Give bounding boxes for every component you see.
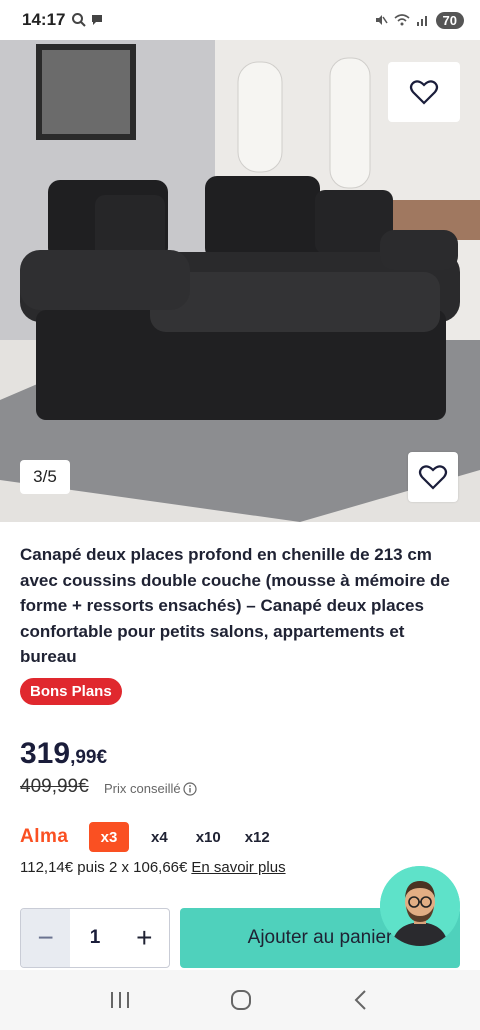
- alma-schedule: 112,14€ puis 2 x 106,66€: [20, 859, 188, 876]
- system-navigation-bar: [0, 970, 480, 1030]
- favorite-button-top[interactable]: [388, 62, 460, 122]
- quantity-stepper: − 1 +: [20, 908, 170, 968]
- status-bar: 14:17 70: [0, 0, 480, 40]
- signal-icon: [416, 16, 427, 26]
- alma-option-x10[interactable]: x10: [196, 822, 221, 852]
- recent-apps-icon[interactable]: [109, 990, 131, 1010]
- search-notification-icon: [72, 13, 87, 27]
- price-decimal: ,99€: [70, 747, 108, 768]
- add-to-cart-label: Ajouter au panier: [247, 927, 393, 948]
- mute-icon: [375, 15, 388, 25]
- wifi-icon: [394, 14, 410, 26]
- increase-quantity-button[interactable]: +: [120, 909, 169, 967]
- old-price: 409,99€: [20, 776, 89, 797]
- product-image[interactable]: 3/5: [0, 40, 480, 522]
- status-time: 14:17: [22, 10, 66, 29]
- alma-logo: Alma: [20, 826, 69, 847]
- rrp-label-group: Prix conseillé: [104, 781, 197, 796]
- product-title: Canapé deux places profond en chenille d…: [20, 545, 450, 666]
- alma-option-x12[interactable]: x12: [245, 822, 270, 852]
- deal-badge[interactable]: Bons Plans: [20, 678, 122, 705]
- heart-icon: [418, 465, 448, 490]
- decrease-quantity-button[interactable]: −: [21, 909, 71, 967]
- price-integer: 319: [20, 737, 71, 770]
- alma-option-x4[interactable]: x4: [151, 822, 168, 852]
- favorite-button[interactable]: [408, 452, 458, 502]
- price: 319,99€: [20, 737, 107, 771]
- heart-icon: [409, 80, 439, 105]
- notification-icons: [71, 12, 104, 28]
- image-counter: 3/5: [20, 460, 70, 494]
- quantity-value[interactable]: 1: [70, 927, 119, 949]
- avatar-icon: [380, 866, 460, 946]
- rrp-label: Prix conseillé: [104, 781, 181, 796]
- info-icon[interactable]: [182, 781, 197, 796]
- back-icon[interactable]: [351, 989, 371, 1011]
- alma-more-link[interactable]: En savoir plus: [191, 859, 285, 876]
- alma-installments: Alma x3 x4 x10 x12: [20, 822, 270, 852]
- alma-option-x3[interactable]: x3: [89, 822, 129, 852]
- battery-indicator: 70: [435, 11, 464, 29]
- status-right: 70: [374, 11, 464, 29]
- chat-notification-icon: [92, 15, 103, 25]
- chat-assistant-avatar[interactable]: [380, 866, 460, 946]
- alma-detail: 112,14€ puis 2 x 106,66€ En savoir plus: [20, 859, 286, 876]
- home-icon[interactable]: [229, 988, 253, 1012]
